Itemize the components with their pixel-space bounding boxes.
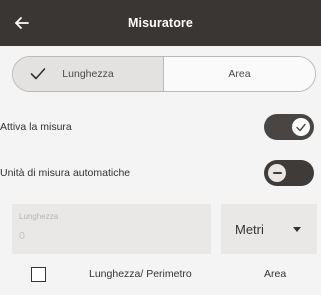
length-input-label: Lunghezza (19, 212, 59, 221)
activate-measure-label: Attiva la misura (0, 121, 72, 133)
length-input-value: 0 (19, 230, 25, 242)
select-all-checkbox[interactable] (31, 267, 46, 282)
segment-lunghezza-label: Lunghezza (62, 68, 114, 80)
page-title: Misuratore (128, 16, 193, 30)
segment-lunghezza[interactable]: Lunghezza (13, 57, 164, 91)
length-input[interactable]: Lunghezza 0 (12, 204, 211, 254)
toggle-knob (268, 164, 286, 182)
toggle-knob (292, 118, 310, 136)
activate-measure-toggle[interactable] (264, 114, 314, 140)
measure-type-toggle: Lunghezza Area (12, 56, 316, 92)
caret-down-icon (293, 227, 301, 232)
auto-units-label: Unità di misura automatiche (0, 167, 131, 179)
column-header-length: Lunghezza/ Perimetro (89, 268, 192, 280)
auto-units-toggle[interactable] (264, 160, 314, 186)
unit-select-value: Metri (235, 222, 264, 237)
measurer-screen: Misuratore Lunghezza Area Attiva la misu… (0, 0, 321, 295)
unit-select[interactable]: Metri (221, 204, 317, 254)
check-icon (30, 67, 46, 81)
check-icon (296, 123, 306, 131)
minus-icon (272, 172, 282, 174)
segment-area[interactable]: Area (164, 57, 315, 91)
app-bar: Misuratore (0, 0, 321, 46)
segment-area-label: Area (228, 68, 251, 80)
column-header-area: Area (264, 268, 287, 280)
